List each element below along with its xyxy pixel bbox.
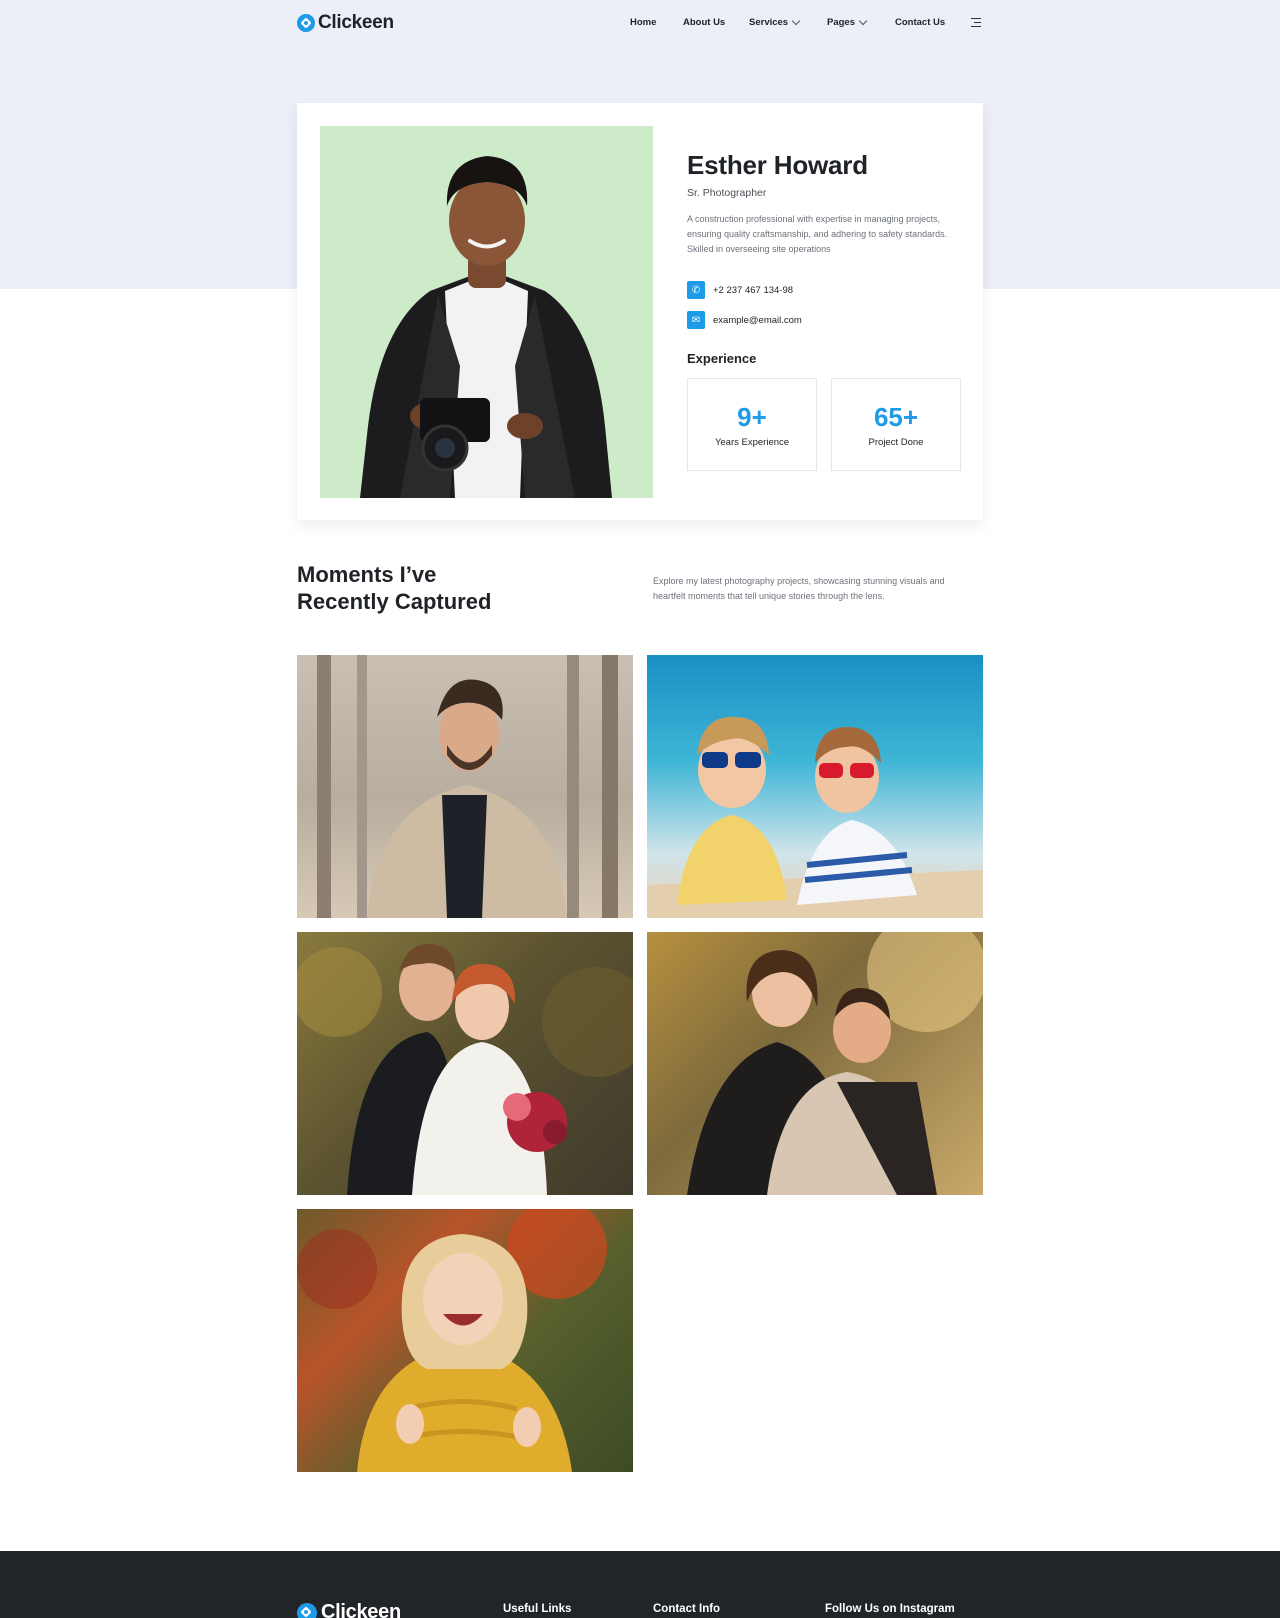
profile-role: Sr. Photographer: [687, 187, 767, 199]
moments-heading-line1: Moments I’ve: [297, 562, 437, 587]
footer-instagram-title: Follow Us on Instagram: [825, 1603, 955, 1615]
nav-pages-label: Pages: [827, 17, 855, 28]
hamburger-menu-icon[interactable]: [971, 18, 981, 27]
nav-services[interactable]: Services: [749, 16, 801, 28]
stat-projects: 65+ Project Done: [831, 378, 961, 471]
girls-on-beach-photo[interactable]: [647, 655, 983, 918]
footer-contact-info-title: Contact Info: [653, 1603, 721, 1615]
stat-label: Years Experience: [714, 436, 790, 448]
chevron-down-icon: [791, 16, 801, 25]
girls-on-beach-illustration: [647, 716, 983, 918]
profile-info: Esther Howard Sr. Photographer A constru…: [687, 150, 962, 471]
laughing-girl-illustration: [297, 1209, 607, 1472]
nav-home[interactable]: Home: [630, 17, 656, 28]
experience-title: Experience: [687, 351, 757, 366]
couple-piggyback-illustration: [687, 932, 983, 1195]
footer-logo-text: Clickeen: [321, 1601, 401, 1618]
stat-label: Project Done: [868, 436, 924, 448]
experience-stats: 9+ Years Experience 65+ Project Done: [687, 378, 962, 471]
nav-services-label: Services: [749, 17, 789, 28]
footer-useful-links-title: Useful Links: [503, 1603, 572, 1615]
logo-icon: [297, 1602, 317, 1618]
email-address: example@email.com: [713, 314, 802, 326]
wedding-couple-illustration: [297, 943, 633, 1195]
phone-number: +2 237 467 134-98: [713, 284, 794, 296]
stat-value: 9+: [737, 401, 767, 432]
moments-description: Explore my latest photography projects, …: [653, 576, 945, 601]
profile-description: A construction professional with experti…: [687, 214, 948, 254]
moments-heading: Moments I’ve Recently Captured: [297, 561, 557, 615]
contact-email[interactable]: ✉ example@email.com: [687, 311, 962, 329]
footer-logo[interactable]: Clickeen: [297, 1601, 401, 1618]
nav-pages[interactable]: Pages: [827, 16, 868, 28]
wedding-couple-photo[interactable]: [297, 932, 633, 1195]
nav-about-us[interactable]: About Us: [683, 17, 725, 28]
moments-heading-line2: Recently Captured: [297, 589, 492, 614]
couple-piggyback-photo[interactable]: [647, 932, 983, 1195]
profile-card: Esther Howard Sr. Photographer A constru…: [297, 103, 983, 520]
man-in-forest-photo[interactable]: [297, 655, 633, 918]
stat-value: 65+: [873, 401, 919, 432]
nav-contact-us[interactable]: Contact Us: [895, 17, 945, 28]
photographer-portrait: [320, 126, 653, 498]
mail-icon: ✉: [687, 311, 705, 329]
contact-phone[interactable]: ✆ +2 237 467 134-98: [687, 281, 962, 299]
profile-name: Esther Howard: [687, 150, 868, 180]
site-header: Clickeen Home About Us Services Pages Co…: [297, 0, 983, 46]
chevron-down-icon: [858, 16, 868, 25]
laughing-girl-photo[interactable]: [297, 1209, 633, 1472]
site-footer: Clickeen Useful Links Contact Info Follo…: [0, 1551, 1280, 1618]
phone-icon: ✆: [687, 281, 705, 299]
man-in-forest-illustration: [317, 655, 618, 918]
main-nav: Home About Us Services Pages Contact Us: [297, 0, 983, 46]
stat-years: 9+ Years Experience: [687, 378, 817, 471]
photographer-portrait-illustration: [360, 156, 612, 498]
